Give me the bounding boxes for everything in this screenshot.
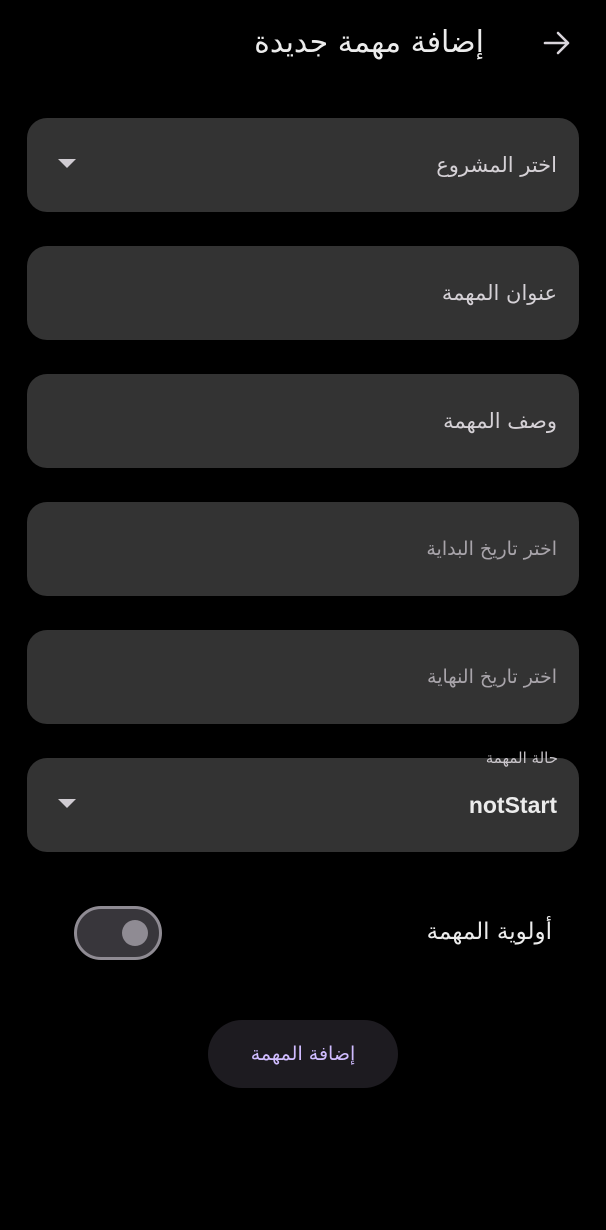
task-description-placeholder: وصف المهمة [443,409,557,433]
project-dropdown-label: اختر المشروع [436,153,557,177]
dropdown-arrow-icon [58,799,76,808]
app-bar: إضافة مهمة جديدة [0,0,606,88]
add-task-screen: إضافة مهمة جديدة اختر المشروع عنوان المه… [0,0,606,1230]
start-date-picker[interactable]: اختر تاريخ البداية [27,502,579,596]
task-title-field[interactable]: عنوان المهمة [27,246,579,340]
add-task-button[interactable]: إضافة المهمة [208,1020,398,1088]
toggle-thumb [122,920,148,946]
priority-toggle[interactable] [74,906,162,960]
start-date-hint: اختر تاريخ البداية [426,538,557,560]
status-dropdown[interactable]: notStart [27,758,579,852]
back-button[interactable] [532,20,582,66]
project-dropdown[interactable]: اختر المشروع [27,118,579,212]
arrow-forward-icon [543,31,570,55]
task-title-placeholder: عنوان المهمة [441,281,557,305]
page-title: إضافة مهمة جديدة [254,25,484,60]
priority-label: أولوية المهمة [426,919,552,945]
status-dropdown-label: حالة المهمة [485,749,558,767]
end-date-hint: اختر تاريخ النهاية [427,666,557,688]
add-task-button-label: إضافة المهمة [250,1043,356,1065]
task-description-field[interactable]: وصف المهمة [27,374,579,468]
end-date-picker[interactable]: اختر تاريخ النهاية [27,630,579,724]
status-dropdown-value: notStart [468,792,557,818]
dropdown-arrow-icon [58,159,76,168]
